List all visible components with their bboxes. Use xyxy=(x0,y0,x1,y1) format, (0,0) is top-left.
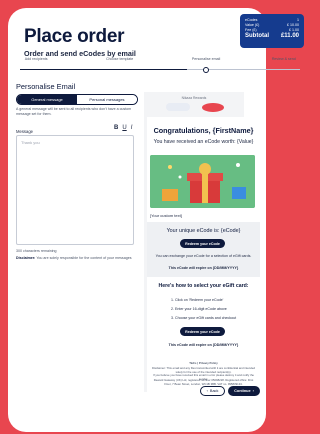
chevron-left-icon: ‹ xyxy=(206,389,208,393)
bold-button[interactable]: B xyxy=(114,125,118,131)
section-heading: Personalise Email xyxy=(16,82,76,91)
back-button[interactable]: ‹ Back xyxy=(200,386,225,396)
preview-received: You have received an eCode worth: {Value… xyxy=(153,139,254,145)
char-count: 300 characters remaining xyxy=(16,249,57,253)
disclaimer-label: Disclaimer: xyxy=(16,256,36,260)
summary-total: Subtotal £11.00 xyxy=(245,33,299,39)
footer-company: Reward Gateway (UK) Ltd, registered numb… xyxy=(153,378,254,386)
preview-congrats: Congratulations, {FirstName} xyxy=(153,126,254,135)
how-steps-list: 1. Click on 'Redeem your eCode' 2. Enter… xyxy=(171,296,236,323)
powered-by: Nikaza Rewards xyxy=(181,96,207,100)
step-label: Choose template xyxy=(106,57,134,61)
tab-general-message[interactable]: General message xyxy=(17,95,77,104)
redeem-ecode-button[interactable]: Redeem your eCode xyxy=(180,239,225,248)
subtotal-label: Subtotal xyxy=(245,33,269,39)
step-label: Personalise email xyxy=(191,57,221,61)
continue-button[interactable]: Continue › xyxy=(228,386,260,396)
message-label: Message xyxy=(16,129,33,134)
disclaimer: Disclaimer: You are solely responsible f… xyxy=(16,256,136,260)
progress-fill xyxy=(20,69,188,70)
helper-text: A general message will be sent to all re… xyxy=(16,107,132,116)
exchange-text: You can exchange your eCode for a select… xyxy=(155,254,252,258)
how-heading: Here's how to select your eGift card: xyxy=(158,283,249,289)
tab-personal-messages[interactable]: Personal messages xyxy=(77,95,137,104)
custom-text: [Your custom text] xyxy=(150,213,182,218)
expires-text: This eCode will expire on {DD/MM/YYYY} xyxy=(168,266,239,270)
italic-button[interactable]: I xyxy=(131,125,133,131)
message-textarea[interactable]: Thank you xyxy=(16,135,134,245)
how-step: 1. Click on 'Redeem your eCode' xyxy=(171,298,224,302)
subtotal-value: £11.00 xyxy=(280,33,299,39)
order-summary: eCodes 1 Value (£) £ 10.00 Fee (£) £ 1.0… xyxy=(240,14,304,48)
page-title: Place order xyxy=(24,26,125,47)
message-type-toggle: General message Personal messages xyxy=(16,94,138,105)
gift-image xyxy=(150,155,255,208)
back-label: Back xyxy=(209,389,219,393)
progress-steps: Add recipients Choose template Personali… xyxy=(16,57,304,75)
continue-label: Continue xyxy=(234,389,251,393)
underline-button[interactable]: U xyxy=(122,125,126,131)
how-step: 2. Enter your 16-digit eCode above xyxy=(171,307,227,311)
redeem-ecode-button-2[interactable]: Redeem your eCode xyxy=(180,327,225,336)
chevron-right-icon: › xyxy=(252,389,254,393)
message-placeholder: Thank you xyxy=(21,140,40,145)
how-step: 3. Choose your eGift cards and checkout xyxy=(171,316,237,320)
unique-code-text: Your unique eCode is: {eCode} xyxy=(166,228,241,234)
step-label: Review & send xyxy=(271,57,296,61)
brand-logo xyxy=(166,103,190,111)
partner-logo xyxy=(202,102,224,112)
expires-text-2: This eCode will expire on {DD/MM/YYYY} xyxy=(168,343,239,347)
disclaimer-text: You are solely responsible for the conte… xyxy=(36,256,132,260)
gift-illustration xyxy=(150,155,255,208)
step-current-dot xyxy=(203,67,210,73)
step-label: Add recipients xyxy=(24,57,48,61)
format-toolbar: B U I xyxy=(114,125,132,131)
preview-logos xyxy=(166,101,224,113)
footer-links[interactable]: T&Cs | Privacy Policy xyxy=(150,361,257,365)
